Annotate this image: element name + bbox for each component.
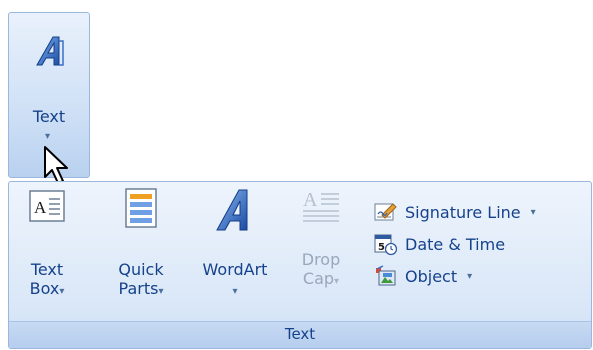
chevron-down-icon: ▾ xyxy=(232,286,238,297)
object-button[interactable]: Object ▾ xyxy=(373,260,536,292)
text-box-icon: A xyxy=(29,190,65,222)
collapsed-group-label: Text xyxy=(32,107,66,126)
chevron-down-icon: ▾ xyxy=(59,286,65,297)
quick-parts-label-line1: Quick xyxy=(118,260,164,279)
signature-line-label: Signature Line xyxy=(405,202,521,222)
wordart-a-icon xyxy=(27,29,71,73)
object-label: Object xyxy=(405,266,458,286)
svg-text:5: 5 xyxy=(378,242,385,253)
quick-parts-label-line2: Parts xyxy=(118,279,159,298)
quick-parts-button[interactable]: Quick Parts▾ xyxy=(109,186,173,301)
drop-cap-label-line2: Cap xyxy=(302,269,335,288)
date-time-label: Date & Time xyxy=(405,234,506,254)
small-buttons-column: Signature Line ▾ 5 Date & Time Object ▾ xyxy=(373,196,536,292)
chevron-down-icon: ▾ xyxy=(334,276,340,287)
text-box-label-line1: Text xyxy=(30,260,64,279)
text-box-label-line2: Box xyxy=(29,279,60,298)
date-time-button[interactable]: 5 Date & Time xyxy=(373,228,536,260)
drop-cap-button[interactable]: A Drop Cap▾ xyxy=(291,186,351,291)
signature-line-button[interactable]: Signature Line ▾ xyxy=(373,196,536,228)
text-group-panel: A Text Box▾ Quick Parts▾ WordArt ▾ A Dro… xyxy=(8,181,592,349)
signature-line-icon xyxy=(374,203,397,221)
drop-cap-icon: A xyxy=(303,189,339,222)
chevron-down-icon: ▾ xyxy=(158,286,164,297)
wordart-button[interactable]: WordArt ▾ xyxy=(197,186,273,301)
svg-text:A: A xyxy=(303,189,318,211)
wordart-label: WordArt xyxy=(202,260,268,279)
group-label: Text xyxy=(9,321,591,348)
wordart-icon xyxy=(216,189,248,231)
collapsed-text-group-button[interactable]: Text ▾ xyxy=(8,12,90,184)
quick-parts-icon xyxy=(125,188,157,228)
date-time-icon: 5 xyxy=(374,234,397,256)
drop-cap-label-line1: Drop xyxy=(301,250,341,269)
svg-text:A: A xyxy=(34,198,47,217)
chevron-down-icon: ▾ xyxy=(530,206,536,218)
object-icon xyxy=(376,265,396,286)
text-box-button[interactable]: A Text Box▾ xyxy=(21,186,73,301)
chevron-down-icon: ▾ xyxy=(467,270,473,282)
